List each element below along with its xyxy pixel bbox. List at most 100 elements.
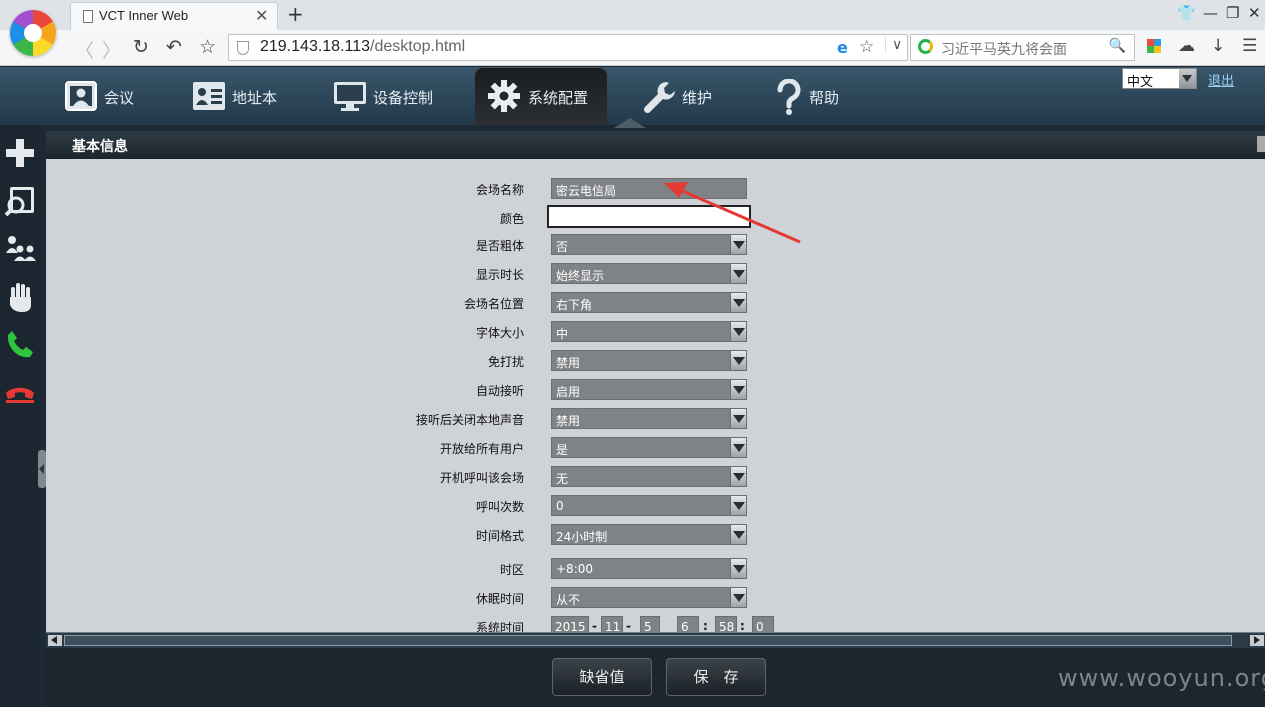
field-label: 休眠时间 bbox=[475, 592, 524, 606]
reload-icon[interactable]: ↻ bbox=[133, 36, 149, 58]
font-size-select[interactable]: 中 bbox=[551, 321, 747, 342]
form-row-call-count: 呼叫次数 0 bbox=[46, 494, 1265, 518]
minute-input[interactable]: 58 bbox=[715, 616, 737, 632]
default-values-button[interactable]: 缺省值 bbox=[552, 658, 652, 696]
menu-conference[interactable]: 会议 bbox=[60, 67, 170, 125]
left-toolbar bbox=[0, 125, 40, 707]
menu-icon[interactable]: ☰ bbox=[1242, 36, 1257, 56]
venue-name-input[interactable]: 密云电信局 bbox=[551, 178, 747, 199]
cloud-icon[interactable]: ☁ bbox=[1178, 36, 1195, 56]
search-icon[interactable]: 🔍 bbox=[1109, 38, 1126, 54]
menu-maintenance[interactable]: 维护 bbox=[640, 67, 740, 125]
call-icon[interactable] bbox=[4, 329, 36, 361]
chevron-down-icon[interactable] bbox=[730, 321, 747, 342]
forward-icon[interactable]: 〉 bbox=[102, 36, 121, 63]
name-position-select[interactable]: 右下角 bbox=[551, 292, 747, 313]
new-tab-icon[interactable]: + bbox=[287, 2, 304, 26]
bold-select[interactable]: 否 bbox=[551, 234, 747, 255]
auto-answer-select[interactable]: 启用 bbox=[551, 379, 747, 400]
chevron-down-icon[interactable] bbox=[730, 495, 747, 516]
panel-title: 基本信息 bbox=[72, 139, 128, 155]
hour-input[interactable]: 6 bbox=[677, 616, 699, 632]
maximize-icon[interactable]: ❐ bbox=[1226, 4, 1239, 22]
url-dropdown-icon[interactable]: ∨ bbox=[885, 37, 902, 53]
display-duration-select[interactable]: 始终显示 bbox=[551, 263, 747, 284]
field-value: 24小时制 bbox=[556, 530, 608, 544]
chevron-down-icon[interactable] bbox=[730, 558, 747, 579]
window-close-icon[interactable]: ✕ bbox=[1248, 4, 1261, 22]
scrollbar-thumb[interactable] bbox=[64, 635, 1232, 646]
url-text: 219.143.18.113/desktop.html bbox=[260, 38, 465, 56]
apps-grid-icon[interactable] bbox=[1147, 39, 1161, 53]
form-row-dnd: 免打扰 禁用 bbox=[46, 349, 1265, 373]
tab-title: VCT Inner Web bbox=[99, 8, 189, 23]
form-row-venue-name: 会场名称 密云电信局 bbox=[46, 177, 1265, 201]
chevron-down-icon[interactable] bbox=[730, 437, 747, 458]
second-value: 0 bbox=[756, 620, 764, 632]
boot-call-select[interactable]: 无 bbox=[551, 466, 747, 487]
scroll-left-icon[interactable] bbox=[48, 635, 62, 646]
day-input[interactable]: 5 bbox=[640, 616, 660, 632]
month-input[interactable]: 11 bbox=[601, 616, 623, 632]
search-input[interactable]: 习近平马英九将会面 🔍 bbox=[910, 34, 1135, 61]
color-input[interactable] bbox=[547, 205, 751, 228]
hangup-icon[interactable] bbox=[4, 377, 36, 409]
sidebar-collapse-handle[interactable] bbox=[38, 450, 46, 488]
group-icon[interactable] bbox=[4, 233, 36, 265]
menu-label: 帮助 bbox=[809, 89, 840, 107]
search-user-icon[interactable] bbox=[4, 185, 36, 217]
logout-link[interactable]: 退出 bbox=[1208, 70, 1234, 89]
chevron-down-icon[interactable] bbox=[730, 408, 747, 429]
panel-header: 基本信息 bbox=[46, 131, 1265, 159]
back-icon[interactable]: 〈 bbox=[75, 36, 94, 63]
chevron-down-icon[interactable] bbox=[730, 466, 747, 487]
chevron-down-icon[interactable] bbox=[730, 292, 747, 313]
hand-icon[interactable] bbox=[4, 281, 36, 313]
ie-compat-icon[interactable]: e bbox=[837, 38, 848, 57]
chevron-down-icon[interactable] bbox=[730, 524, 747, 545]
chevron-down-icon[interactable] bbox=[730, 263, 747, 284]
scroll-right-icon[interactable] bbox=[1250, 635, 1264, 646]
menu-help[interactable]: 帮助 bbox=[775, 67, 875, 125]
field-value: 启用 bbox=[556, 385, 581, 399]
mute-after-answer-select[interactable]: 禁用 bbox=[551, 408, 747, 429]
minimize-icon[interactable]: — bbox=[1203, 4, 1218, 22]
second-input[interactable]: 0 bbox=[752, 616, 774, 632]
field-value: +8:00 bbox=[556, 562, 594, 576]
dnd-select[interactable]: 禁用 bbox=[551, 350, 747, 371]
chevron-down-icon[interactable] bbox=[730, 350, 747, 371]
chevron-down-icon[interactable] bbox=[730, 587, 747, 608]
language-select[interactable]: 中文 bbox=[1122, 68, 1197, 90]
form-row-bold: 是否粗体 否 bbox=[46, 233, 1265, 257]
shirt-icon[interactable]: 👕 bbox=[1177, 4, 1196, 22]
browser-tab[interactable]: VCT Inner Web ✕ bbox=[70, 2, 278, 30]
add-icon[interactable] bbox=[4, 137, 36, 169]
horizontal-scrollbar[interactable] bbox=[46, 632, 1265, 648]
sleep-time-select[interactable]: 从不 bbox=[551, 587, 747, 608]
year-input[interactable]: 2015 bbox=[551, 616, 589, 632]
menu-system-config[interactable]: 系统配置 bbox=[475, 67, 607, 125]
open-to-all-select[interactable]: 是 bbox=[551, 437, 747, 458]
chevron-down-icon[interactable] bbox=[730, 379, 747, 400]
time-format-select[interactable]: 24小时制 bbox=[551, 524, 747, 545]
field-value: 从不 bbox=[556, 593, 581, 607]
chevron-down-icon[interactable] bbox=[730, 234, 747, 255]
panel-close-icon[interactable] bbox=[1257, 136, 1265, 152]
chevron-down-icon bbox=[1179, 69, 1196, 88]
field-value: 中 bbox=[556, 327, 569, 341]
favorite-star-icon[interactable]: ☆ bbox=[859, 37, 874, 57]
menu-label: 设备控制 bbox=[373, 89, 434, 107]
call-count-select[interactable]: 0 bbox=[551, 495, 747, 516]
bookmark-star-icon[interactable]: ☆ bbox=[199, 36, 216, 58]
field-value: 是 bbox=[556, 443, 569, 457]
tab-close-icon[interactable]: ✕ bbox=[255, 6, 268, 25]
url-input[interactable]: 219.143.18.113/desktop.html e ☆ ∨ bbox=[228, 34, 908, 61]
date-separator: - bbox=[592, 619, 597, 632]
timezone-select[interactable]: +8:00 bbox=[551, 558, 747, 579]
save-button[interactable]: 保 存 bbox=[666, 658, 766, 696]
undo-icon[interactable]: ↶ bbox=[166, 36, 182, 58]
menu-address-book[interactable]: 地址本 bbox=[188, 67, 308, 125]
download-icon[interactable]: ↓ bbox=[1211, 36, 1225, 56]
menu-device-control[interactable]: 设备控制 bbox=[330, 67, 460, 125]
field-label: 开放给所有用户 bbox=[439, 442, 524, 456]
